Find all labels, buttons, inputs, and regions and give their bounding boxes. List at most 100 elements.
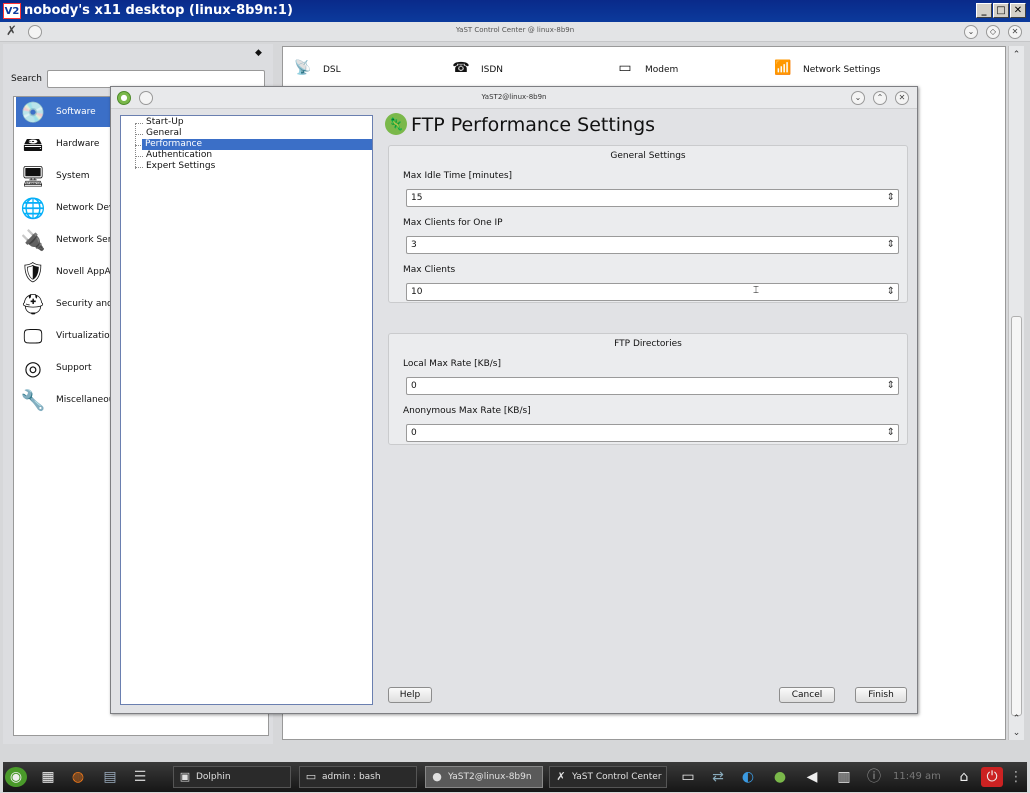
vnc-logo-icon: V2 (3, 3, 21, 19)
tree-connector (135, 123, 136, 169)
module-scrollbar[interactable]: ⌃ ⌃ ⌄ (1008, 46, 1024, 740)
yast-tray-icon[interactable]: ● (769, 767, 791, 787)
file-manager-icon[interactable]: ▤ (99, 767, 121, 787)
spin-arrows-icon[interactable]: ⇕ (887, 284, 895, 300)
apparmor-icon: 🛡 (20, 260, 46, 284)
local-max-rate-label: Local Max Rate [KB/s] (403, 359, 501, 369)
pager-icon[interactable]: ☰ (129, 767, 151, 787)
tree-connector (135, 156, 143, 157)
spin-value: 0 (411, 381, 417, 391)
cc-minimize-button[interactable]: ⌄ (964, 25, 978, 39)
control-center-icon: ✗ (556, 770, 566, 783)
tree-item-expert-settings[interactable]: Expert Settings (143, 161, 218, 172)
spin-value: 0 (411, 428, 417, 438)
maximize-button[interactable]: □ (993, 3, 1009, 18)
max-idle-label: Max Idle Time [minutes] (403, 171, 513, 181)
cc-maximize-button[interactable]: ◇ (986, 25, 1000, 39)
system-icon: 🖥 (20, 164, 46, 188)
page-title: FTP Performance Settings (411, 114, 656, 136)
task-dolphin[interactable]: ▣ Dolphin (173, 766, 291, 788)
cancel-button[interactable]: Cancel (779, 687, 835, 703)
lock-screen-icon[interactable]: ⌂ (953, 767, 975, 787)
spin-arrows-icon[interactable]: ⇕ (887, 378, 895, 394)
max-clients-label: Max Clients (403, 265, 456, 275)
module-label: Network Settings (803, 65, 881, 75)
tree-connector (135, 167, 143, 168)
panel-handle-icon[interactable]: ⋮ (1005, 767, 1027, 787)
max-clients-ip-spinbox[interactable]: 3 ⇕ (406, 236, 899, 254)
help-button[interactable]: Help (388, 687, 432, 703)
dialog-title: YaST2@linux-8b9n (481, 93, 547, 101)
scroll-down-arrow[interactable]: ⌄ (1009, 726, 1024, 740)
tree-connector (135, 134, 143, 135)
dialog-maximize-button[interactable]: ⌃ (873, 91, 887, 105)
module-modem[interactable]: ▭ Modem (609, 53, 709, 83)
terminal-launcher-icon[interactable]: ▭ (677, 767, 699, 787)
dialog-minimize-button[interactable]: ⌄ (851, 91, 865, 105)
desktop-icon[interactable]: ▦ (37, 767, 59, 787)
tree-item-start-up[interactable]: Start-Up (143, 117, 187, 128)
clipboard-icon[interactable]: ▥ (833, 767, 855, 787)
task-label: YaST Control Center (572, 772, 662, 782)
network-services-icon: 🔌 (20, 228, 46, 252)
module-label: ISDN (481, 65, 504, 75)
navigation-tree: Start-Up General Performance Authenticat… (120, 115, 373, 705)
volume-icon[interactable]: ◀ (801, 767, 823, 787)
task-bash[interactable]: ▭ admin : bash (299, 766, 417, 788)
module-isdn[interactable]: ☎ ISDN (445, 53, 545, 83)
vnc-title-bar: V2 nobody's x11 desktop (linux-8b9n:1) _… (0, 0, 1030, 22)
info-icon[interactable]: ⓘ (863, 767, 885, 787)
task-control-center[interactable]: ✗ YaST Control Center (549, 766, 667, 788)
task-yast2[interactable]: ● YaST2@linux-8b9n (425, 766, 543, 788)
dialog-close-button[interactable]: ✕ (895, 91, 909, 105)
scroll-up-arrow-bottom[interactable]: ⌃ (1009, 712, 1024, 726)
firefox-icon[interactable]: ◍ (67, 767, 89, 787)
start-menu-icon[interactable]: ◉ (5, 767, 27, 787)
module-label: DSL (323, 65, 341, 75)
virtualization-icon: 🖵 (23, 324, 43, 348)
cc-close-button[interactable]: ✕ (1008, 25, 1022, 39)
task-label: YaST2@linux-8b9n (448, 772, 532, 782)
network-devices-icon: 🌐 (20, 196, 46, 220)
max-clients-spinbox[interactable]: 10 ⌶ ⇕ (406, 283, 899, 301)
tree-item-general[interactable]: General (143, 128, 184, 139)
support-icon: ◎ (24, 356, 42, 380)
task-label: admin : bash (322, 772, 381, 782)
terminal-icon: ▭ (305, 770, 317, 783)
anonymous-max-rate-label: Anonymous Max Rate [KB/s] (403, 406, 531, 416)
anonymous-max-rate-spinbox[interactable]: 0 ⇕ (406, 424, 899, 442)
spin-value: 15 (411, 193, 423, 203)
local-max-rate-spinbox[interactable]: 0 ⇕ (406, 377, 899, 395)
search-label: Search (11, 74, 42, 84)
text-cursor-icon: ⌶ (753, 285, 759, 296)
control-center-title: YaST Control Center @ linux-8b9n (455, 26, 575, 34)
tree-item-authentication[interactable]: Authentication (143, 150, 215, 161)
module-network-settings[interactable]: 📶 Network Settings (767, 53, 907, 83)
minimize-button[interactable]: _ (976, 3, 992, 18)
sidebar-menu-icon[interactable]: ◆ (255, 48, 262, 58)
spin-arrows-icon[interactable]: ⇕ (887, 190, 895, 206)
shutdown-icon[interactable]: ⏻ (981, 767, 1003, 787)
module-dsl[interactable]: 📡 DSL (287, 53, 387, 83)
spin-value: 10 (411, 287, 423, 297)
task-label: Dolphin (196, 772, 231, 782)
security-icon: ⛑ (20, 292, 46, 316)
vnc-window-title: nobody's x11 desktop (linux-8b9n:1) (24, 3, 293, 18)
yast-icon: ● (432, 770, 442, 783)
max-idle-spinbox[interactable]: 15 ⇕ (406, 189, 899, 207)
clock[interactable]: 11:49 am (893, 771, 941, 782)
dolphin-icon: ▣ (179, 770, 191, 783)
scroll-up-arrow[interactable]: ⌃ (1009, 48, 1024, 62)
ftp-directories-group: FTP Directories Local Max Rate [KB/s] 0 … (388, 333, 908, 445)
spin-arrows-icon[interactable]: ⇕ (887, 237, 895, 253)
spin-arrows-icon[interactable]: ⇕ (887, 425, 895, 441)
taskbar: ◉ ▦ ◍ ▤ ☰ ▣ Dolphin ▭ admin : bash ● YaST2@… (3, 762, 1027, 792)
tree-item-performance[interactable]: Performance (142, 139, 372, 150)
module-label: Modem (645, 65, 679, 75)
finish-button[interactable]: Finish (855, 687, 907, 703)
close-button[interactable]: ✕ (1010, 3, 1026, 18)
network-icon[interactable]: ⇄ (707, 767, 729, 787)
miscellaneous-icon: 🔧 (20, 388, 46, 412)
updater-icon[interactable]: ◐ (737, 767, 759, 787)
scroll-thumb[interactable] (1011, 316, 1022, 716)
